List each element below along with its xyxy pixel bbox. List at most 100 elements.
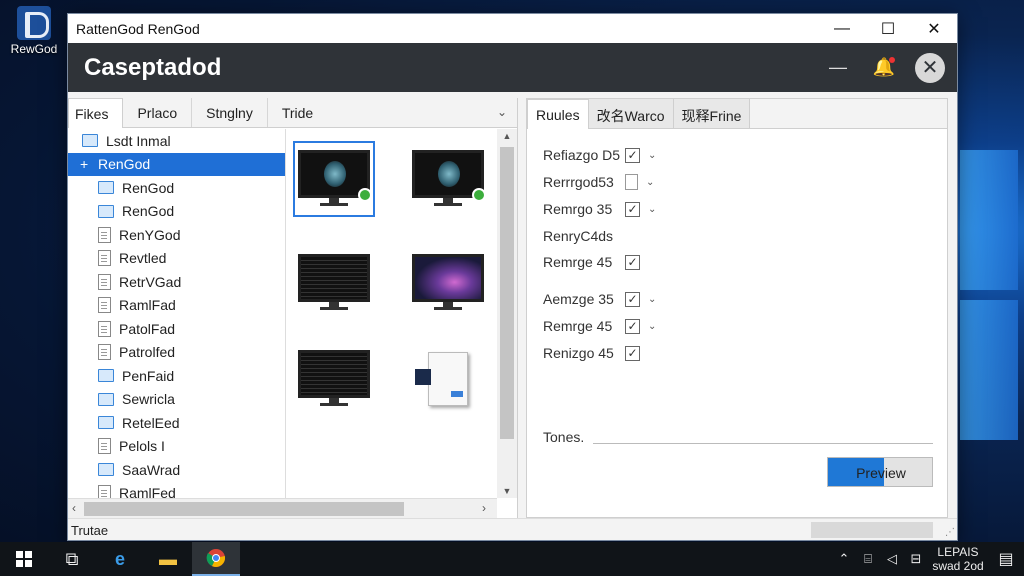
tree-item-label: RenGod [122,203,175,220]
rule-checkbox[interactable]: ✓ [625,254,640,270]
chrome-browser-icon[interactable] [192,542,240,576]
scrollbar-thumb[interactable] [84,502,404,516]
horizontal-scrollbar[interactable]: ‹ › [68,498,497,518]
rule-row: Rerrrgod53 ⌄ [543,172,654,192]
tones-input[interactable] [593,443,933,444]
close-button[interactable]: ✕ [911,14,957,43]
rule-label: Remrge 45 [543,254,613,270]
network-icon[interactable]: ⌸ [856,551,880,567]
rule-label: Refiazgo D5 [543,147,621,163]
checkmark-badge-icon [472,188,486,202]
tab-frame[interactable]: 现释Frine [673,99,751,128]
document-icon [98,438,111,455]
system-tray: ⌃ ⌸ ◁ ⊟ LEPAIS swad 2od ▤ [832,545,1024,573]
rule-checkbox[interactable]: ✓ [625,147,640,163]
tab-rename[interactable]: 改名Warco [588,99,674,128]
tab-settings[interactable]: Stnglny [192,98,268,127]
language-icon[interactable]: ⊟ [904,551,928,567]
header-close-button[interactable]: ✕ [915,52,945,83]
document-icon [98,485,111,498]
rule-checkbox[interactable]: ✓ [625,345,640,361]
tree-item-label: RamlFed [119,485,176,498]
chevron-down-icon[interactable]: ⌄ [648,204,656,215]
header-minimize-button[interactable]: — [815,57,861,78]
tree-item[interactable]: RenYGod [68,223,285,247]
scroll-down-icon[interactable]: ▼ [497,486,517,496]
rule-checkbox[interactable]: ✓ [625,318,640,334]
tree-item-label: RenGod [122,179,175,196]
tree-item[interactable]: Sewricla [68,388,285,412]
thumbnail-item[interactable] [293,141,375,217]
tree-item[interactable]: Patrolfed [68,341,285,365]
document-icon [98,250,111,267]
folder-icon [98,181,114,195]
tab-rules[interactable]: Ruules [527,99,589,129]
resize-grip-icon[interactable]: ⋰ [945,527,955,538]
notifications-icon[interactable]: ▤ [988,549,1024,569]
file-browser-panel: Fikes Prlaco Stnglny Tride ⌄ Lsdt Inmal … [68,98,518,518]
clock-line-2: swad 2od [932,559,984,573]
taskbar-clock[interactable]: LEPAIS swad 2od [928,545,988,573]
rule-row: Refiazgo D5 ✓ ⌄ [543,145,656,165]
tree-item[interactable]: RenGod [68,176,285,200]
volume-icon[interactable]: ◁ [880,551,904,567]
thumbnail-item[interactable] [293,245,375,321]
chevron-down-icon[interactable]: ⌄ [487,98,517,127]
windows-icon [16,551,32,567]
notification-bell-icon[interactable]: 🔔 [861,57,907,78]
tree-item[interactable]: RetrVGad [68,270,285,294]
scrollbar-thumb[interactable] [500,147,514,439]
document-icon [98,344,111,361]
chevron-down-icon[interactable]: ⌄ [646,177,654,188]
expand-plus-icon[interactable]: + [80,156,88,172]
tree-item[interactable]: RenGod [68,200,285,224]
tree-item[interactable]: Pelols I [68,435,285,459]
scroll-up-icon[interactable]: ▲ [497,131,517,141]
vertical-scrollbar[interactable]: ▲ ▼ [497,129,517,498]
tree-item[interactable]: RamlFad [68,294,285,318]
minimize-button[interactable]: — [819,14,865,43]
edge-browser-icon[interactable]: e [96,542,144,576]
tree-item-label: RetrVGad [119,273,182,290]
thumbnail-item[interactable] [407,245,489,321]
tree-item[interactable]: PatolFad [68,317,285,341]
maximize-button[interactable]: ☐ [865,14,911,43]
tree-item[interactable]: Revtled [68,247,285,271]
tree-item-label: RenYGod [119,226,181,243]
document-icon[interactable] [625,174,638,190]
scroll-left-icon[interactable]: ‹ [72,501,76,515]
chevron-down-icon[interactable]: ⌄ [648,294,656,305]
tree-item-label: PenFaid [122,367,175,384]
thumbnail-item[interactable] [407,141,489,217]
chevron-down-icon[interactable]: ⌄ [648,321,656,332]
task-view-icon[interactable]: ⧉ [48,542,96,576]
rule-checkbox[interactable]: ✓ [625,201,640,217]
chevron-up-icon[interactable]: ⌃ [832,551,856,567]
rule-checkbox[interactable]: ✓ [625,291,640,307]
document-thumbnail-icon [415,352,468,406]
thumbnail-item[interactable] [293,341,375,417]
tab-tide[interactable]: Tride [268,98,327,127]
preview-button[interactable]: Preview [827,457,933,487]
tree-item[interactable]: PenFaid [68,364,285,388]
chevron-down-icon[interactable]: ⌄ [648,150,656,161]
scroll-right-icon[interactable]: › [482,501,486,515]
taskbar: ⧉ e ▬ ⌃ ⌸ ◁ ⊟ LEPAIS swad 2od ▤ [0,542,1024,576]
folder-icon [98,416,114,430]
tree-item[interactable]: + RenGod [68,152,285,176]
start-button[interactable] [0,542,48,576]
thumbnail-item[interactable] [407,341,489,417]
tree-item[interactable]: RamlFed [68,482,285,498]
rule-label: Rerrrgod53 [543,174,614,190]
folder-icon [98,392,114,406]
tree-root[interactable]: Lsdt Inmal [68,129,285,153]
folder-icon [82,134,98,148]
file-explorer-icon[interactable]: ▬ [144,542,192,576]
tree-item[interactable]: RetelEed [68,411,285,435]
document-icon [98,320,111,337]
desktop-shortcut[interactable]: RewGod [6,6,62,56]
tree-item-label: Sewricla [122,391,175,408]
tab-files[interactable]: Fikes [68,98,124,128]
tab-places[interactable]: Prlaco [123,98,193,127]
tree-item[interactable]: SaaWrad [68,458,285,482]
